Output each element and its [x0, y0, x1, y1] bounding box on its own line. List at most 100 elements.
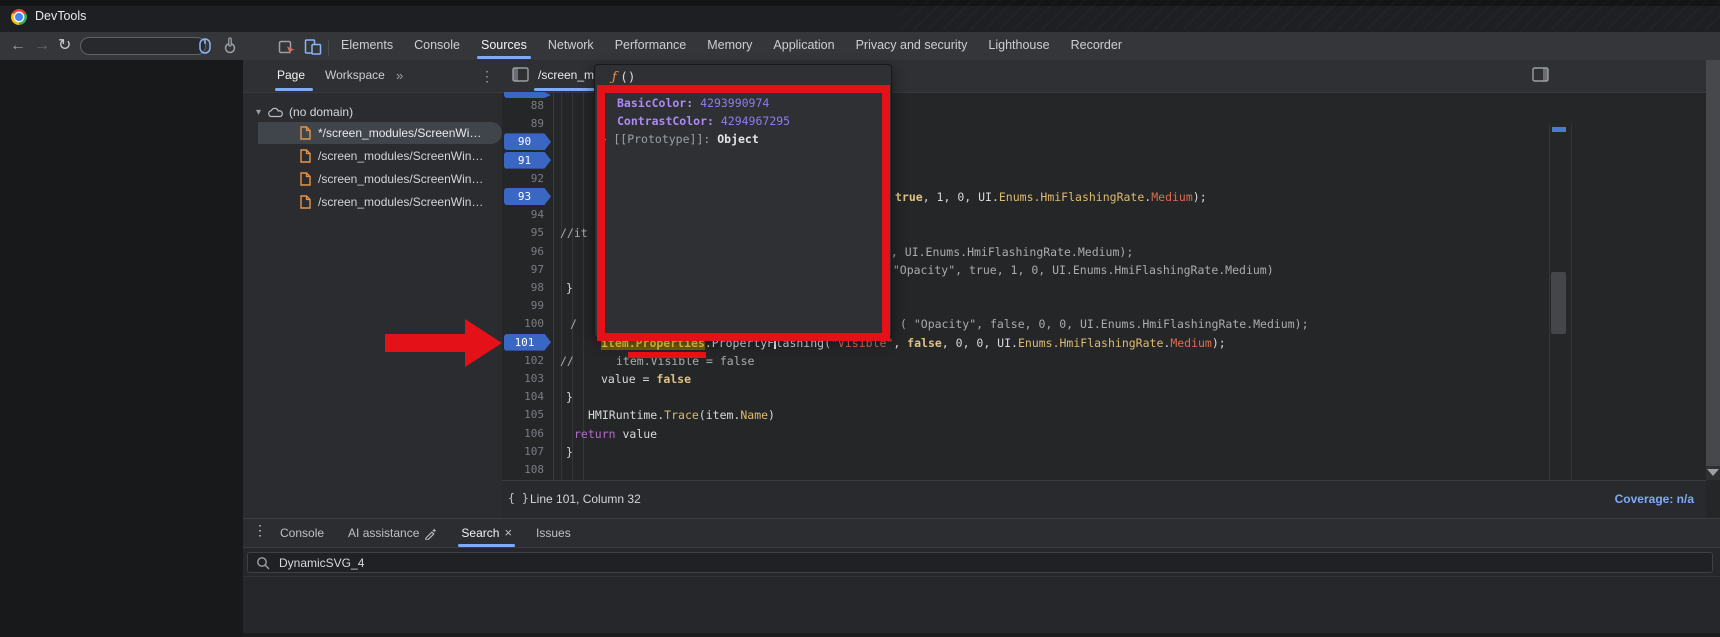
devtools-panel-tabs: Elements Console Sources Network Performance… [341, 32, 1122, 59]
drawer-tab-console[interactable]: Console [280, 519, 324, 547]
file-tree-item[interactable]: /screen_modules/ScreenWin… [258, 145, 502, 167]
file-tree-item[interactable]: /screen_modules/ScreenWin… [258, 168, 502, 190]
inspect-element-icon[interactable] [278, 38, 296, 56]
editor-scrollbar-border [1549, 124, 1550, 480]
line-number-107[interactable]: 107 [504, 443, 544, 461]
panel-tab-recorder[interactable]: Recorder [1071, 32, 1122, 59]
tab-page[interactable]: Page [277, 60, 305, 91]
tab-workspace[interactable]: Workspace [325, 60, 385, 91]
indent-guide [583, 92, 584, 480]
panel-tab-console[interactable]: Console [414, 32, 460, 59]
drawer-tab-issues[interactable]: Issues [536, 519, 571, 547]
caret-down-icon[interactable]: ▾ [256, 107, 261, 118]
url-input[interactable] [80, 37, 206, 55]
line-number-103[interactable]: 103 [504, 370, 544, 388]
search-input[interactable] [277, 555, 1704, 571]
mouse-cursor-icon[interactable] [197, 37, 213, 55]
panel-tab-application[interactable]: Application [773, 32, 834, 59]
line-number-92[interactable]: 92 [504, 170, 544, 188]
file-name: /screen_modules/ScreenWin… [318, 172, 483, 186]
close-icon[interactable]: × [504, 519, 512, 547]
indent-guide [561, 92, 562, 480]
annotation-red-underline [628, 352, 706, 358]
cursor-position-status: Line 101, Column 32 [530, 492, 641, 506]
breakpoint-line-93[interactable]: 93 [504, 188, 551, 205]
code-line-107: } [566, 443, 573, 461]
line-number-97[interactable]: 97 [504, 261, 544, 279]
touch-icon[interactable] [222, 37, 238, 55]
devtools-window: DevTools ← → ↻ Elements Console Sources Net… [0, 0, 1720, 637]
sources-sidebar: Page Workspace » ⋮ ▾ (no domain) */scree… [243, 60, 503, 518]
search-icon [256, 556, 270, 570]
editor-file-tab[interactable]: /screen_m [538, 60, 594, 91]
line-number-104[interactable]: 104 [504, 388, 544, 406]
drawer-tab-ai-assistance[interactable]: AI assistance [348, 519, 437, 547]
file-tree-item[interactable]: */screen_modules/ScreenWi… [258, 122, 502, 144]
back-button[interactable]: ← [10, 36, 26, 56]
drawer-menu-icon[interactable]: ⋮ [253, 522, 267, 539]
drawer-tab-search[interactable]: Search× [461, 519, 512, 547]
line-number-99[interactable]: 99 [504, 297, 544, 315]
line-number-100[interactable]: 100 [504, 315, 544, 333]
script-file-icon [300, 172, 311, 186]
window-scrollbar[interactable] [1706, 60, 1720, 480]
code-line-96: 0, UI.Enums.HmiFlashingRate.Medium); [884, 243, 1133, 261]
window-title: DevTools [35, 9, 86, 23]
line-number-108[interactable]: 108 [504, 461, 544, 479]
code-line-104: } [566, 388, 573, 406]
breakpoint-line-91[interactable]: 91 [504, 152, 551, 169]
code-line-106: return value [574, 425, 657, 443]
tab-page-underline [275, 88, 313, 91]
file-name: /screen_modules/ScreenWin… [318, 195, 483, 209]
search-bar[interactable] [247, 552, 1713, 573]
line-number-88[interactable]: 88 [504, 97, 544, 115]
line-number-98[interactable]: 98 [504, 279, 544, 297]
editor-scrollbar-border [1571, 124, 1572, 480]
pretty-print-button[interactable]: { } [508, 491, 529, 505]
drawer-tab-label: Issues [536, 519, 571, 547]
editor-scrollbar-thumb[interactable] [1551, 272, 1566, 334]
panel-tab-performance[interactable]: Performance [615, 32, 687, 59]
line-number-102[interactable]: 102 [504, 352, 544, 370]
window-scrollbar-down-arrow[interactable] [1707, 469, 1719, 476]
code-line-100: ( "Opacity", false, 0, 0, UI.Enums.HmiFl… [900, 315, 1309, 333]
code-line-102: // [560, 352, 574, 370]
file-tree-item[interactable]: /screen_modules/ScreenWin… [258, 191, 502, 213]
drawer-tab-label: Console [280, 519, 324, 547]
reload-button[interactable]: ↻ [58, 36, 71, 56]
window-scrollbar-thumb[interactable] [1706, 60, 1720, 466]
device-toolbar-icon[interactable] [304, 38, 322, 56]
script-file-icon [300, 126, 311, 140]
line-number-105[interactable]: 105 [504, 406, 544, 424]
navigator-toggle-icon[interactable] [512, 67, 529, 82]
forward-button[interactable]: → [34, 36, 50, 56]
panel-tab-lighthouse[interactable]: Lighthouse [988, 32, 1049, 59]
breakpoint-line-101[interactable]: 101 [504, 334, 551, 351]
line-number-95[interactable]: 95 [504, 224, 544, 242]
file-name: /screen_modules/ScreenWin… [318, 149, 483, 163]
panel-tab-sources[interactable]: Sources [481, 32, 527, 59]
chevron-double-right-icon[interactable]: » [396, 68, 403, 83]
annotation-red-arrow [385, 318, 503, 368]
window-titlebar: DevTools [0, 0, 1720, 32]
pen-spark-icon [424, 527, 437, 540]
panel-tab-elements[interactable]: Elements [341, 32, 393, 59]
line-number-106[interactable]: 106 [504, 425, 544, 443]
drawer-tab-label: AI assistance [348, 519, 419, 547]
debugger-sidebar-toggle-icon[interactable] [1532, 67, 1549, 82]
line-number-89[interactable]: 89 [504, 115, 544, 133]
coverage-link[interactable]: Coverage: n/a [1404, 492, 1694, 506]
tree-item-no-domain[interactable]: ▾ (no domain) [256, 101, 353, 123]
kebab-menu-icon[interactable]: ⋮ [480, 68, 494, 85]
breakpoint-line-90[interactable]: 90 [504, 133, 551, 150]
code-line-95: //it [560, 224, 588, 242]
panel-tab-network[interactable]: Network [548, 32, 594, 59]
line-number-94[interactable]: 94 [504, 206, 544, 224]
code-line-100: / [570, 315, 577, 333]
function-signature: ƒ () [612, 68, 635, 86]
code-line-98: } [566, 279, 573, 297]
function-f-icon: ƒ [612, 70, 617, 85]
panel-tab-memory[interactable]: Memory [707, 32, 752, 59]
line-number-96[interactable]: 96 [504, 243, 544, 261]
panel-tab-privacy-and-security[interactable]: Privacy and security [856, 32, 968, 59]
